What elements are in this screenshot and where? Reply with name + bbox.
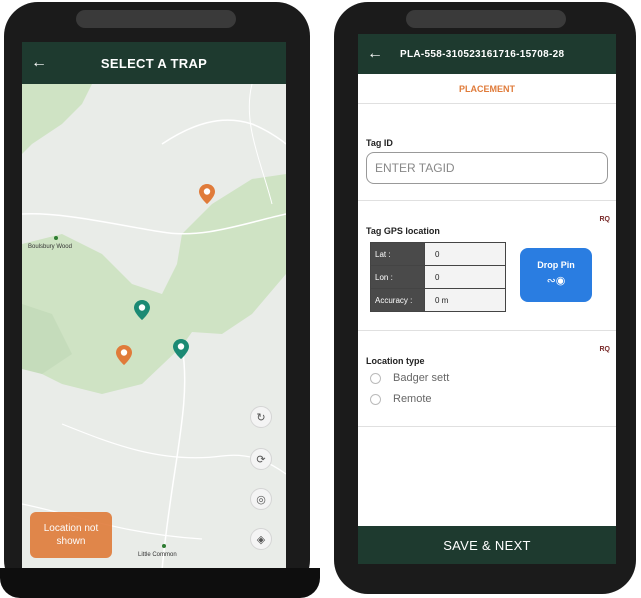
place-dot — [54, 236, 58, 240]
gps-key: Accuracy : — [370, 288, 425, 312]
save-next-button[interactable]: SAVE & NEXT — [358, 526, 616, 564]
back-arrow-icon[interactable]: ← — [358, 45, 392, 63]
page-title: SELECT A TRAP — [100, 55, 208, 71]
drop-pin-button[interactable]: Drop Pin ∾◉ — [520, 248, 592, 302]
gps-key: Lon : — [370, 265, 425, 289]
camera-notch — [406, 10, 566, 28]
woodland-area — [22, 84, 92, 154]
gps-readout-table: Lat : 0 Lon : 0 Accuracy : 0 m — [370, 242, 506, 312]
app-bar: ← PLA-558-310523161716-15708-28 — [358, 34, 616, 74]
record-id-title: PLA-558-310523161716-15708-28 — [400, 48, 565, 60]
road — [161, 119, 286, 145]
route-pin-icon: ∾◉ — [546, 275, 566, 287]
tag-id-input[interactable] — [366, 152, 608, 184]
place-dot — [162, 544, 166, 548]
app-bar: ← SELECT A TRAP — [22, 42, 286, 84]
trap-pin-teal-icon[interactable] — [134, 300, 150, 320]
woodland-area — [22, 174, 286, 394]
radio-button[interactable] — [370, 372, 381, 384]
radio-button[interactable] — [370, 393, 381, 405]
gps-value: 0 — [424, 265, 506, 289]
locate-icon[interactable]: ◎ — [250, 488, 272, 510]
gps-location-label: Tag GPS location — [366, 226, 440, 236]
tab-placement[interactable]: PLACEMENT — [459, 84, 515, 94]
gps-value: 0 — [424, 242, 506, 266]
trap-pin-orange-icon[interactable] — [116, 345, 132, 365]
radio-option-remote[interactable]: Remote — [370, 393, 432, 405]
radio-label: Badger sett — [393, 372, 450, 384]
tag-id-label: Tag ID — [366, 138, 393, 148]
divider — [358, 200, 616, 201]
camera-notch — [76, 10, 236, 28]
phone-right: ← PLA-558-310523161716-15708-28 PLACEMEN… — [334, 2, 636, 594]
required-marker: RQ — [599, 346, 611, 353]
tab-bar: PLACEMENT — [358, 74, 616, 104]
drop-pin-label: Drop Pin — [537, 260, 575, 270]
redaction-scribble — [0, 568, 320, 598]
gps-value: 0 m — [424, 288, 506, 312]
required-marker: RQ — [599, 216, 611, 223]
map-terrain — [22, 84, 286, 570]
layers-icon[interactable]: ◈ — [250, 528, 272, 550]
gps-row-lon: Lon : 0 — [370, 265, 506, 289]
location-not-shown-badge: Location not shown — [30, 512, 112, 558]
back-arrow-icon[interactable]: ← — [22, 54, 56, 72]
trap-pin-orange-icon[interactable] — [199, 184, 215, 204]
map-view[interactable]: Boulsbury Wood Little Common ↻ ⟳ ◎ ◈ Loc… — [22, 84, 286, 570]
placement-screen: ← PLA-558-310523161716-15708-28 PLACEMEN… — [358, 34, 616, 564]
rotate-icon[interactable]: ↻ — [250, 406, 272, 428]
gps-row-accuracy: Accuracy : 0 m — [370, 288, 506, 312]
divider — [358, 330, 616, 331]
radio-option-badger-sett[interactable]: Badger sett — [370, 372, 449, 384]
place-label: Little Common — [138, 552, 177, 558]
trap-pin-teal-icon[interactable] — [173, 339, 189, 359]
gps-row-lat: Lat : 0 — [370, 242, 506, 266]
select-trap-screen: ← SELECT A TRAP Boulsbury Wood Little Co… — [22, 42, 286, 570]
divider — [358, 426, 616, 427]
route-icon[interactable]: ⟳ — [250, 448, 272, 470]
radio-label: Remote — [393, 393, 432, 405]
location-type-label: Location type — [366, 356, 425, 366]
gps-key: Lat : — [370, 242, 425, 266]
place-label: Boulsbury Wood — [28, 244, 72, 250]
phone-left: ← SELECT A TRAP Boulsbury Wood Little Co… — [4, 2, 310, 594]
